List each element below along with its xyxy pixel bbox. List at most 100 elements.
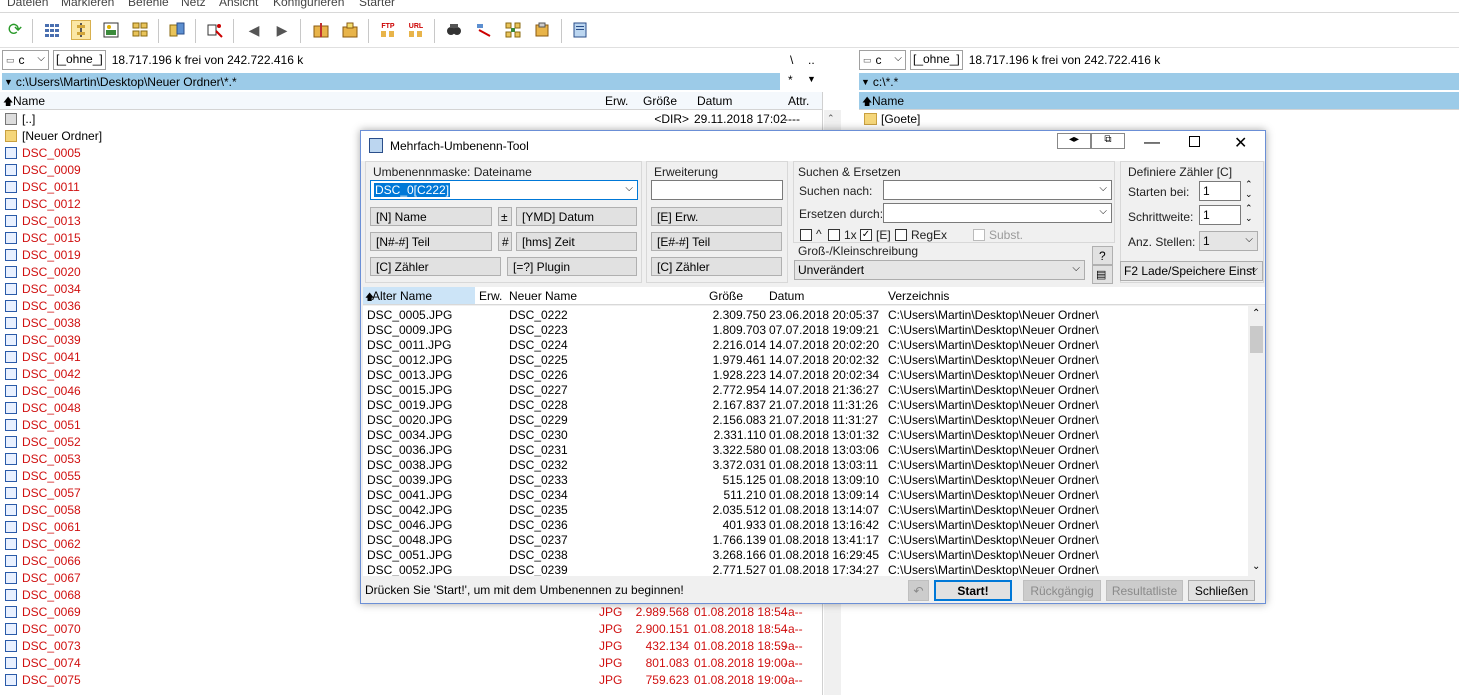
- rename-row[interactable]: DSC_0011.JPG DSC_0224 14.07.2018 20:02:20 C…: [363, 338, 1248, 353]
- left-path-bar[interactable]: ▼ c:\Users\Martin\Desktop\Neuer Ordner\*…: [2, 73, 780, 90]
- rename-row[interactable]: DSC_0041.JPG DSC_0234 01.08.2018 13:09:14 C…: [363, 488, 1248, 503]
- image-icon[interactable]: [101, 20, 121, 40]
- ext-checkbox[interactable]: ✓: [860, 229, 872, 241]
- ext-button[interactable]: [E] Erw.: [651, 207, 782, 226]
- rename-row[interactable]: DSC_0015.JPG DSC_0227 14.07.2018 21:36:27 C…: [363, 383, 1248, 398]
- col-attr[interactable]: Attr.: [788, 94, 809, 108]
- thumbnails-icon[interactable]: [42, 20, 62, 40]
- menu-item-ansicht[interactable]: Ansicht: [219, 0, 258, 9]
- name-part-button[interactable]: [N#-#] Teil: [370, 232, 492, 251]
- ext-counter-button[interactable]: [C] Zähler: [651, 257, 782, 276]
- file-row[interactable]: DSC_0073 JPG 432.134 01.08.2018 18:59 -a--: [0, 638, 822, 655]
- menu-item-starter[interactable]: Starter: [359, 0, 395, 9]
- step-input[interactable]: 1: [1199, 205, 1241, 225]
- col-date[interactable]: Datum: [697, 94, 732, 108]
- refresh-icon[interactable]: ⟳: [5, 20, 25, 40]
- col-name[interactable]: Name: [13, 94, 45, 108]
- menu-item-netz[interactable]: Netz: [181, 0, 206, 9]
- rename-row[interactable]: DSC_0046.JPG DSC_0236 01.08.2018 13:16:42 C…: [363, 518, 1248, 533]
- once-checkbox[interactable]: [828, 229, 840, 241]
- date-button[interactable]: [YMD] Datum: [516, 207, 637, 226]
- history-dropdown-icon[interactable]: ▼: [807, 74, 816, 84]
- load-save-select[interactable]: F2 Lade/Speichere Einst ⌵: [1120, 261, 1263, 281]
- case-select[interactable]: Unverändert ⌵: [794, 260, 1085, 280]
- time-button[interactable]: [hms] Zeit: [516, 232, 637, 251]
- start-button[interactable]: Start!: [934, 580, 1012, 601]
- plus-minus-button[interactable]: ±: [498, 207, 512, 226]
- scroll-up-icon[interactable]: ⌃: [827, 113, 835, 124]
- undo-arrow-icon[interactable]: ↶: [908, 580, 929, 601]
- scrollbar-thumb[interactable]: [1250, 326, 1263, 353]
- rename-row[interactable]: DSC_0052.JPG DSC_0239 01.08.2018 17:34:27 C…: [363, 563, 1248, 576]
- hash-button[interactable]: #: [498, 232, 512, 251]
- rename-row[interactable]: DSC_0013.JPG DSC_0226 14.07.2018 20:02:34 C…: [363, 368, 1248, 383]
- digits-select[interactable]: 1 ⌵: [1199, 231, 1258, 251]
- start-input[interactable]: 1: [1199, 181, 1241, 201]
- file-row[interactable]: [..] <DIR> 29.11.2018 17:02 ----: [0, 111, 822, 128]
- rename-row[interactable]: DSC_0012.JPG DSC_0225 14.07.2018 20:02:32 C…: [363, 353, 1248, 368]
- url-icon[interactable]: URL: [406, 20, 426, 40]
- plugin-button[interactable]: [=?] Plugin: [507, 257, 637, 276]
- mask-input[interactable]: DSC_0[C222] ⌵: [370, 180, 638, 200]
- left-up-button[interactable]: ..: [808, 53, 815, 67]
- subst-checkbox[interactable]: [973, 229, 985, 241]
- pack-icon[interactable]: [311, 20, 331, 40]
- search-input[interactable]: ⌵: [883, 180, 1112, 200]
- rename-row[interactable]: DSC_0051.JPG DSC_0238 01.08.2018 16:29:45 C…: [363, 548, 1248, 563]
- swap-icon[interactable]: ◂▸: [1057, 133, 1091, 149]
- scroll-down-icon[interactable]: ⌄: [1252, 561, 1260, 572]
- undo-button[interactable]: Rückgängig: [1023, 580, 1101, 601]
- right-path-bar[interactable]: ▼ c:\*.*: [859, 73, 1459, 90]
- menu-item-konfigurieren[interactable]: Konfigurieren: [273, 0, 344, 9]
- col-new-name[interactable]: Neuer Name: [509, 289, 577, 303]
- rename-row[interactable]: DSC_0019.JPG DSC_0228 21.07.2018 11:31:26 C…: [363, 398, 1248, 413]
- tree-icon[interactable]: [71, 20, 91, 40]
- col-ext[interactable]: Erw.: [479, 289, 502, 303]
- forward-icon[interactable]: ▶: [272, 20, 292, 40]
- rename-row[interactable]: DSC_0042.JPG DSC_0235 01.08.2018 13:14:07 C…: [363, 503, 1248, 518]
- restore-window-icon[interactable]: ⧉: [1091, 133, 1125, 149]
- name-button[interactable]: [N] Name: [370, 207, 492, 226]
- rename-row[interactable]: DSC_0009.JPG DSC_0223 07.07.2018 19:09:21 C…: [363, 323, 1248, 338]
- unpack-icon[interactable]: [340, 20, 360, 40]
- compare-icon[interactable]: [167, 20, 187, 40]
- rename-list-scrollbar[interactable]: ⌃ ⌄: [1248, 306, 1265, 576]
- maximize-icon[interactable]: [1189, 136, 1200, 147]
- menu-item-befehle[interactable]: Befehle: [128, 0, 169, 9]
- back-icon[interactable]: ◀: [244, 20, 264, 40]
- col-name[interactable]: Name: [872, 94, 904, 108]
- left-root-button[interactable]: \: [790, 53, 793, 67]
- rename-row[interactable]: DSC_0034.JPG DSC_0230 01.08.2018 13:01:32 C…: [363, 428, 1248, 443]
- sync-icon[interactable]: [130, 20, 150, 40]
- help-button[interactable]: ?: [1092, 246, 1113, 265]
- col-date[interactable]: Datum: [769, 289, 804, 303]
- col-size[interactable]: Größe: [709, 289, 743, 303]
- file-row[interactable]: DSC_0075 JPG 759.623 01.08.2018 19:00 -a--: [0, 672, 822, 689]
- tool-icon[interactable]: [474, 20, 494, 40]
- settings-icon[interactable]: [503, 20, 523, 40]
- file-row[interactable]: DSC_0070 JPG 2.900.151 01.08.2018 18:54 -a--: [0, 621, 822, 638]
- minimize-icon[interactable]: —: [1144, 134, 1160, 152]
- regex-checkbox[interactable]: [895, 229, 907, 241]
- right-drive-select[interactable]: ▭ c ⌵: [859, 50, 906, 70]
- multirename-icon[interactable]: [205, 20, 225, 40]
- left-filter-star[interactable]: *: [788, 73, 793, 87]
- edit-icon[interactable]: [532, 20, 552, 40]
- rename-row[interactable]: DSC_0039.JPG DSC_0233 01.08.2018 13:09:10 C…: [363, 473, 1248, 488]
- counter-button[interactable]: [C] Zähler: [370, 257, 501, 276]
- rename-row[interactable]: DSC_0020.JPG DSC_0229 21.07.2018 11:31:27 C…: [363, 413, 1248, 428]
- close-button[interactable]: Schließen: [1188, 580, 1255, 601]
- caret-checkbox[interactable]: [800, 229, 812, 241]
- menu-item-markieren[interactable]: Markieren: [61, 0, 114, 9]
- result-list-button[interactable]: Resultatliste: [1106, 580, 1183, 601]
- step-spinner-icon[interactable]: ⌃ ⌄: [1245, 203, 1253, 223]
- rename-row[interactable]: DSC_0036.JPG DSC_0231 01.08.2018 13:03:06 C…: [363, 443, 1248, 458]
- col-dir[interactable]: Verzeichnis: [888, 289, 949, 303]
- col-old-name[interactable]: Alter Name: [372, 289, 432, 303]
- rename-row[interactable]: DSC_0005.JPG DSC_0222 23.06.2018 20:05:37 C…: [363, 308, 1248, 323]
- ftp-icon[interactable]: FTP: [378, 20, 398, 40]
- start-spinner-icon[interactable]: ⌃ ⌄: [1245, 179, 1253, 199]
- file-row[interactable]: DSC_0069 JPG 2.989.568 01.08.2018 18:54 -a--: [0, 604, 822, 621]
- left-drive-select[interactable]: ▭ c ⌵: [2, 50, 49, 70]
- search-icon[interactable]: [444, 20, 464, 40]
